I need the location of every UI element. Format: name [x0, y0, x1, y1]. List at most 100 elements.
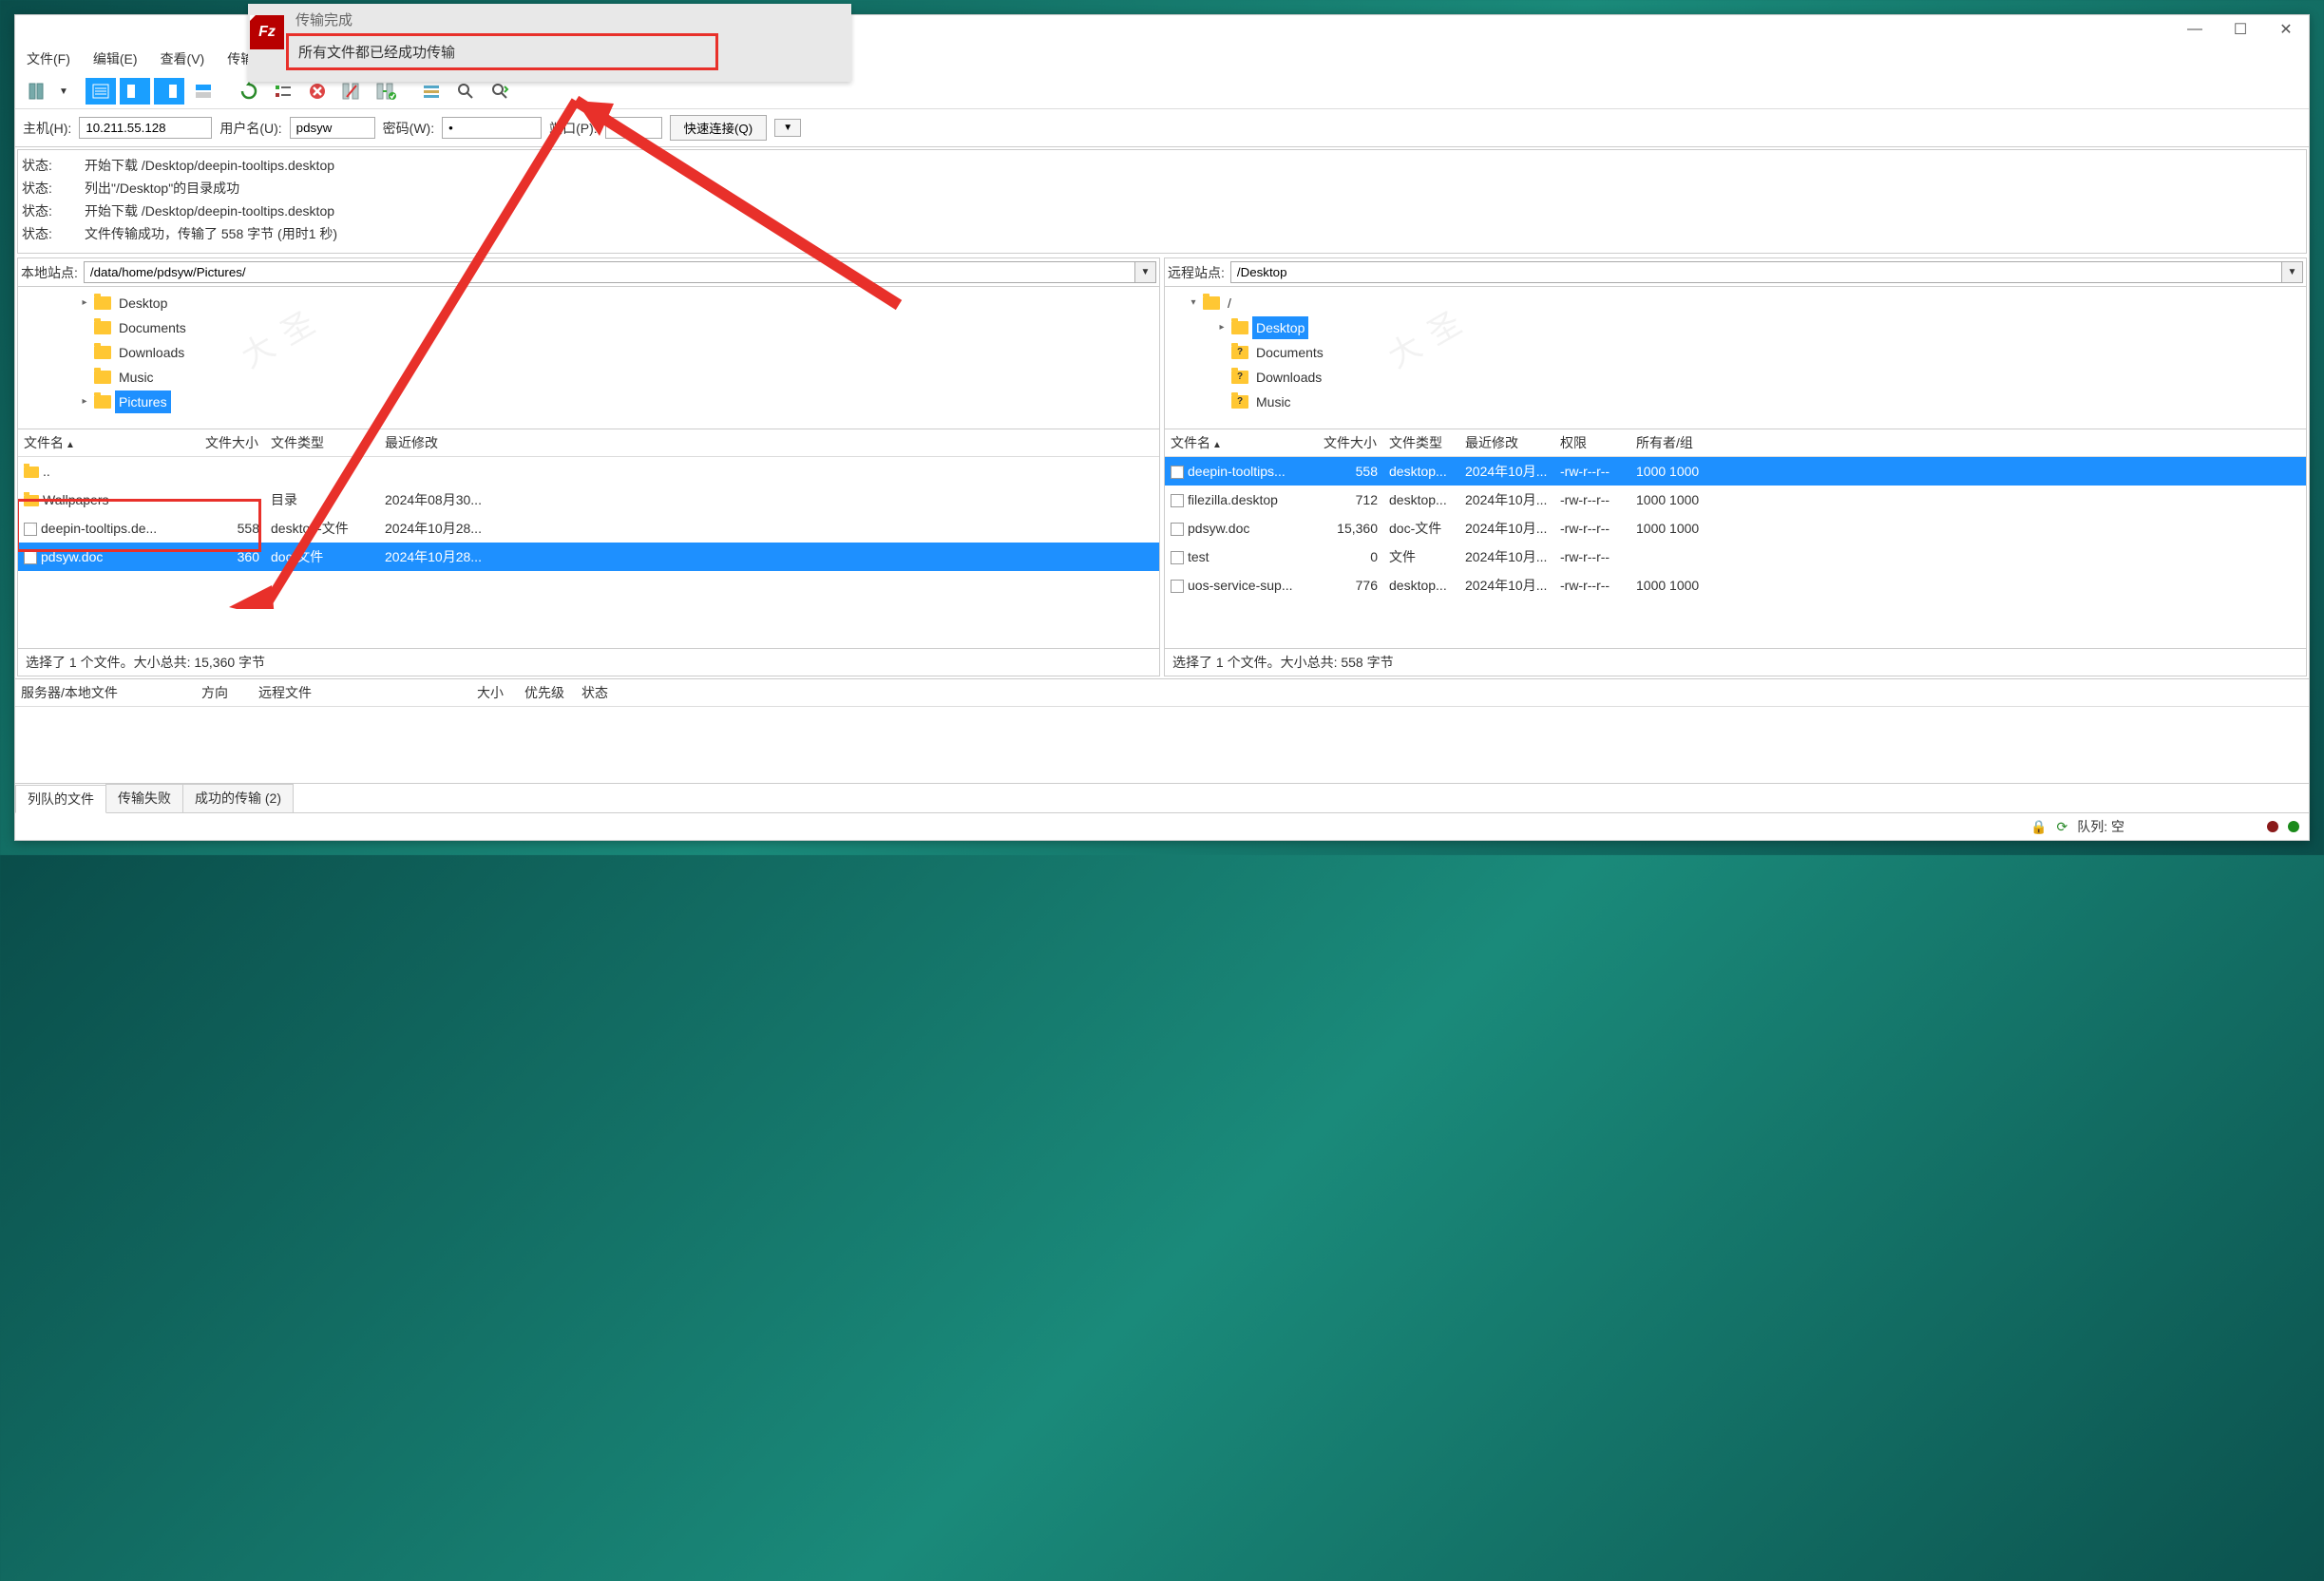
- list-row-parent[interactable]: ..: [18, 457, 1159, 486]
- minimize-button[interactable]: —: [2181, 20, 2208, 39]
- col-remotefile[interactable]: 远程文件: [253, 679, 471, 706]
- toggle-localtree-button[interactable]: [120, 78, 150, 105]
- tab-failed[interactable]: 传输失败: [105, 784, 183, 812]
- tab-success[interactable]: 成功的传输 (2): [182, 784, 294, 812]
- remote-status: 选择了 1 个文件。大小总共: 558 字节: [1165, 648, 2306, 676]
- cancel-button[interactable]: [302, 78, 333, 105]
- col-size[interactable]: 大小: [471, 679, 519, 706]
- folder-icon: [24, 495, 39, 506]
- remote-path-dropdown[interactable]: ▼: [2281, 262, 2302, 282]
- password-input[interactable]: [442, 117, 542, 139]
- host-input[interactable]: [79, 117, 212, 139]
- col-priority[interactable]: 优先级: [519, 679, 576, 706]
- remote-tree[interactable]: 大圣 ▾/ ▸Desktop ?Documents ?Downloads ?Mu…: [1165, 287, 2306, 429]
- filter-button[interactable]: [416, 78, 447, 105]
- reconnect-button[interactable]: [371, 78, 401, 105]
- remote-path-input[interactable]: [1231, 262, 2281, 282]
- col-permissions[interactable]: 权限: [1554, 429, 1630, 456]
- filezilla-icon: Fz: [250, 15, 284, 49]
- sync-browse-button[interactable]: [485, 78, 515, 105]
- host-label: 主机(H):: [23, 119, 71, 138]
- folder-icon: [94, 346, 111, 359]
- process-queue-button[interactable]: [268, 78, 298, 105]
- col-filetype[interactable]: 文件类型: [1383, 429, 1459, 456]
- tree-item-desktop[interactable]: Desktop: [115, 292, 171, 314]
- toggle-remotetree-button[interactable]: [154, 78, 184, 105]
- statusbar: 🔒 ⟳ 队列: 空: [15, 812, 2309, 840]
- log-status-label: 状态:: [22, 154, 69, 177]
- col-filesize[interactable]: 文件大小: [1317, 429, 1383, 456]
- close-button[interactable]: ✕: [2273, 20, 2299, 39]
- col-status[interactable]: 状态: [576, 679, 633, 706]
- password-label: 密码(W):: [383, 119, 434, 138]
- remote-list-header: 文件名▲ 文件大小 文件类型 最近修改 权限 所有者/组: [1165, 429, 2306, 457]
- col-direction[interactable]: 方向: [196, 679, 253, 706]
- main-window: Fz 传输完成 所有文件都已经成功传输 — ☐ ✕ 文件(F) 编辑(E) 查看…: [14, 14, 2310, 841]
- site-manager-dropdown[interactable]: ▼: [57, 86, 70, 97]
- remote-path-combo[interactable]: ▼: [1230, 261, 2303, 283]
- col-filetype[interactable]: 文件类型: [265, 429, 379, 456]
- refresh-button[interactable]: [234, 78, 264, 105]
- folder-icon: [94, 321, 111, 334]
- site-manager-button[interactable]: [23, 78, 53, 105]
- tree-item-music[interactable]: Music: [1252, 390, 1295, 413]
- status-led-green: [2288, 821, 2299, 832]
- tab-queued[interactable]: 列队的文件: [15, 785, 106, 813]
- list-row[interactable]: deepin-tooltips... 558desktop...2024年10月…: [1165, 457, 2306, 486]
- list-row[interactable]: deepin-tooltips.de... 558 desktop-文件 202…: [18, 514, 1159, 543]
- toggle-queue-button[interactable]: [188, 78, 219, 105]
- local-path-dropdown[interactable]: ▼: [1134, 262, 1155, 282]
- col-filename[interactable]: 文件名▲: [18, 429, 189, 456]
- quickconnect-dropdown[interactable]: ▼: [774, 119, 801, 137]
- folder-unknown-icon: ?: [1231, 371, 1248, 384]
- transfer-body[interactable]: [15, 707, 2309, 783]
- local-path-combo[interactable]: ▼: [84, 261, 1156, 283]
- tree-item-root[interactable]: /: [1224, 292, 1235, 314]
- compare-button[interactable]: [450, 78, 481, 105]
- log-panel[interactable]: 状态: 开始下载 /Desktop/deepin-tooltips.desktop…: [17, 149, 2307, 254]
- col-modified[interactable]: 最近修改: [1459, 429, 1554, 456]
- log-message: 开始下载 /Desktop/deepin-tooltips.desktop: [85, 200, 334, 222]
- list-row[interactable]: Wallpapers 目录 2024年08月30...: [18, 486, 1159, 514]
- menu-view[interactable]: 查看(V): [157, 48, 209, 70]
- col-owner[interactable]: 所有者/组: [1630, 429, 1706, 456]
- quickconnect-button[interactable]: 快速连接(Q): [670, 115, 768, 141]
- list-row[interactable]: pdsyw.doc 360 doc-文件 2024年10月28...: [18, 543, 1159, 571]
- port-input[interactable]: [605, 117, 662, 139]
- tree-item-pictures[interactable]: Pictures: [115, 390, 171, 413]
- status-led-red: [2267, 821, 2278, 832]
- tree-item-downloads[interactable]: Downloads: [115, 341, 188, 364]
- local-path-input[interactable]: [85, 262, 1134, 282]
- tree-item-music[interactable]: Music: [115, 366, 158, 389]
- col-server[interactable]: 服务器/本地文件: [15, 679, 196, 706]
- log-message: 列出"/Desktop"的目录成功: [85, 177, 239, 200]
- toggle-log-button[interactable]: [86, 78, 116, 105]
- menu-file[interactable]: 文件(F): [23, 48, 74, 70]
- remote-panel: 远程站点: ▼ 大圣 ▾/ ▸Desktop ?Documents ?Downl…: [1164, 257, 2307, 676]
- tree-item-documents[interactable]: Documents: [115, 316, 190, 339]
- port-label: 端口(P):: [549, 119, 598, 138]
- transfer-queue: 服务器/本地文件 方向 远程文件 大小 优先级 状态: [15, 678, 2309, 783]
- local-file-list[interactable]: .. Wallpapers 目录 2024年08月30... deepin-to…: [18, 457, 1159, 648]
- menu-edit[interactable]: 编辑(E): [89, 48, 142, 70]
- list-row[interactable]: pdsyw.doc 15,360doc-文件2024年10月...-rw-r--…: [1165, 514, 2306, 543]
- list-row[interactable]: uos-service-sup... 776desktop...2024年10月…: [1165, 571, 2306, 600]
- col-filesize[interactable]: 文件大小: [189, 429, 265, 456]
- notification-title: 传输完成: [295, 10, 851, 29]
- tree-item-downloads[interactable]: Downloads: [1252, 366, 1325, 389]
- quickconnect-bar: 主机(H): 用户名(U): 密码(W): 端口(P): 快速连接(Q) ▼: [15, 109, 2309, 147]
- notification-message: 所有文件都已经成功传输: [298, 42, 706, 62]
- maximize-button[interactable]: ☐: [2227, 20, 2254, 39]
- tree-item-documents[interactable]: Documents: [1252, 341, 1327, 364]
- username-input[interactable]: [290, 117, 375, 139]
- disconnect-button[interactable]: [336, 78, 367, 105]
- list-row[interactable]: filezilla.desktop 712desktop...2024年10月.…: [1165, 486, 2306, 514]
- tree-item-desktop[interactable]: Desktop: [1252, 316, 1308, 339]
- col-filename[interactable]: 文件名▲: [1165, 429, 1317, 456]
- notification-highlight-box: 所有文件都已经成功传输: [286, 33, 718, 70]
- list-row[interactable]: test 0文件2024年10月...-rw-r--r--: [1165, 543, 2306, 571]
- log-message: 文件传输成功，传输了 558 字节 (用时1 秒): [85, 222, 337, 245]
- remote-file-list[interactable]: deepin-tooltips... 558desktop...2024年10月…: [1165, 457, 2306, 648]
- col-modified[interactable]: 最近修改: [379, 429, 512, 456]
- local-tree[interactable]: 大圣 ▸Desktop Documents Downloads Music ▸P…: [18, 287, 1159, 429]
